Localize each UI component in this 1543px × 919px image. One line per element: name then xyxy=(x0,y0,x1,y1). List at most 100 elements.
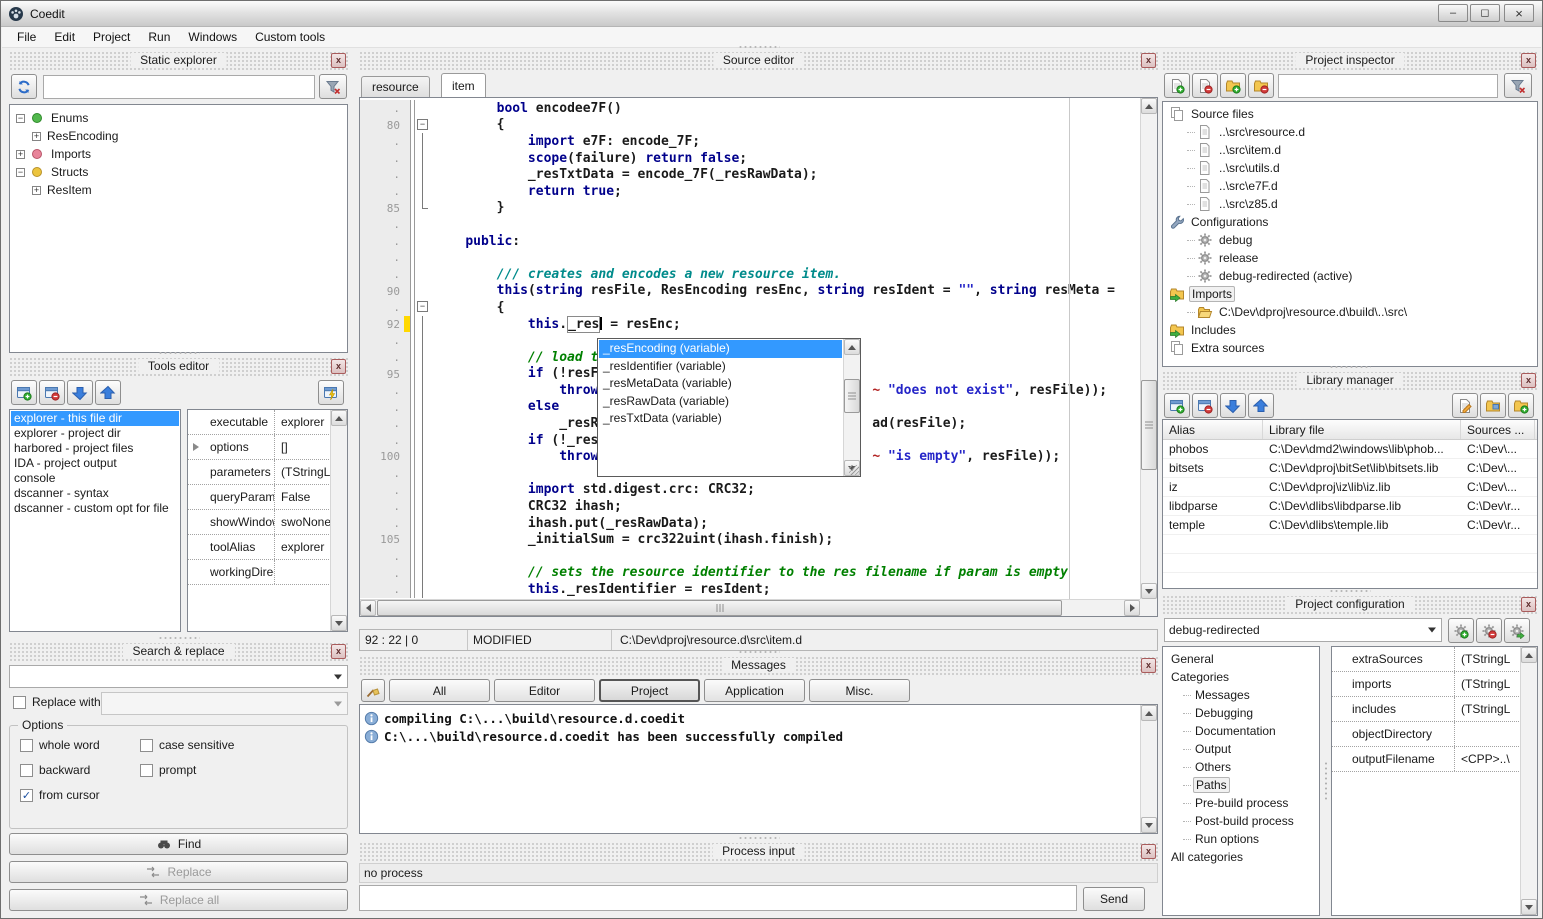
tree-item[interactable]: Debugging xyxy=(1163,704,1319,722)
scroll-left-button[interactable] xyxy=(360,600,376,616)
property-row[interactable]: includes(TStringL xyxy=(1332,697,1537,722)
code-line[interactable]: . xyxy=(360,249,1140,266)
tree-item[interactable]: +Imports xyxy=(10,145,347,163)
add-source-button[interactable] xyxy=(1164,73,1190,98)
checkbox-case-sensitive[interactable] xyxy=(140,739,153,752)
process-input-field[interactable] xyxy=(359,885,1077,911)
property-row[interactable]: options[] xyxy=(188,435,347,460)
tool-list-item[interactable]: IDA - project output xyxy=(11,456,179,471)
messages-list[interactable]: compiling C:\...\build\resource.d.coedit… xyxy=(359,704,1158,834)
code-line[interactable]: 92 this._res = resEnc; xyxy=(360,316,1140,333)
expand-toggle-icon[interactable]: + xyxy=(16,150,25,159)
tree-item[interactable]: Messages xyxy=(1163,686,1319,704)
symbol-tree[interactable]: −Enums+ResEncoding+Imports−Structs+ResIt… xyxy=(9,104,348,353)
code-line[interactable]: . xyxy=(360,548,1140,565)
add-configuration-button[interactable] xyxy=(1448,618,1474,643)
scroll-right-button[interactable] xyxy=(1124,600,1140,616)
tree-item[interactable]: Run options xyxy=(1163,830,1319,848)
tree-item[interactable]: Categories xyxy=(1163,668,1319,686)
messages-tab-application[interactable]: Application xyxy=(704,679,805,702)
completion-item[interactable]: _resRawData (variable) xyxy=(599,393,842,411)
expand-toggle-icon[interactable]: − xyxy=(16,114,25,123)
code-line[interactable]: . bool encodee7F() xyxy=(360,100,1140,117)
library-table[interactable]: AliasLibrary fileSources ...phobosC:\Dev… xyxy=(1162,419,1538,589)
property-row[interactable]: objectDirectory xyxy=(1332,722,1537,747)
splitter-grip[interactable] xyxy=(1329,365,1371,369)
add-tool-button[interactable] xyxy=(11,380,37,405)
property-row[interactable]: imports(TStringL xyxy=(1332,672,1537,697)
fold-collapse-icon[interactable]: − xyxy=(417,119,428,130)
tree-item[interactable]: All categories xyxy=(1163,848,1319,866)
property-row[interactable]: showWindowsswoNone xyxy=(188,510,347,535)
tool-list-item[interactable]: console xyxy=(11,471,179,486)
property-row[interactable]: outputFilename<CPP>..\ xyxy=(1332,747,1537,772)
tree-item[interactable]: ..\src\utils.d xyxy=(1163,159,1537,177)
search-term-combo[interactable] xyxy=(9,665,348,688)
clear-filter-button[interactable] xyxy=(319,74,347,99)
tool-list-item[interactable]: dscanner - syntax xyxy=(11,486,179,501)
messages-tab-misc[interactable]: Misc. xyxy=(809,679,910,702)
tree-item[interactable]: Others xyxy=(1163,758,1319,776)
scroll-up-button[interactable] xyxy=(1521,647,1537,663)
replace-with-combo[interactable] xyxy=(101,692,348,715)
tools-list[interactable]: explorer - this file direxplorer - proje… xyxy=(9,409,181,632)
property-row[interactable]: queryParametFalse xyxy=(188,485,347,510)
edit-library-button[interactable] xyxy=(1452,393,1478,418)
clear-filter-button[interactable] xyxy=(1504,73,1532,98)
splitter-grip[interactable] xyxy=(1324,761,1328,801)
tree-item[interactable]: Pre-build process xyxy=(1163,794,1319,812)
remove-tool-button[interactable] xyxy=(39,380,65,405)
tool-list-item[interactable]: dscanner - custom opt for file xyxy=(11,501,179,516)
code-line[interactable]: 105 _initialSum = crc322uint(ihash.finis… xyxy=(360,531,1140,548)
splitter-grip[interactable] xyxy=(158,636,200,640)
code-line[interactable]: . /// creates and encodes a new resource… xyxy=(360,266,1140,283)
checkbox-whole-word[interactable] xyxy=(20,739,33,752)
expand-toggle-icon[interactable]: − xyxy=(16,168,25,177)
column-header[interactable]: Sources ... xyxy=(1461,420,1535,439)
move-tool-up-button[interactable] xyxy=(95,380,121,405)
completion-item[interactable]: _resEncoding (variable) xyxy=(599,340,842,358)
menu-windows[interactable]: Windows xyxy=(179,27,246,47)
checkbox-prompt[interactable] xyxy=(140,764,153,777)
add-library-button[interactable] xyxy=(1164,393,1190,418)
replace-all-button[interactable]: Replace all xyxy=(9,889,348,911)
tree-item[interactable]: General xyxy=(1163,650,1319,668)
tree-item[interactable]: +ResEncoding xyxy=(10,127,347,145)
close-panel-button[interactable]: x xyxy=(1521,373,1536,388)
completion-item[interactable]: _resMetaData (variable) xyxy=(599,375,842,393)
tool-list-item[interactable]: explorer - project dir xyxy=(11,426,179,441)
code-line[interactable]: 90 this(string resFile, ResEncoding resE… xyxy=(360,283,1140,300)
run-tool-button[interactable] xyxy=(318,380,344,405)
code-line[interactable]: . scope(failure) return false; xyxy=(360,150,1140,167)
table-row[interactable]: libdparseC:\Dev\dlibs\libdparse.libC:\De… xyxy=(1163,497,1537,516)
close-panel-button[interactable]: x xyxy=(331,359,346,374)
menu-edit[interactable]: Edit xyxy=(45,27,84,47)
scroll-thumb[interactable] xyxy=(1141,380,1157,470)
remove-folder-button[interactable] xyxy=(1248,73,1274,98)
editor-tab-resource[interactable]: resource xyxy=(361,76,430,97)
expander-icon[interactable] xyxy=(193,443,199,451)
code-line[interactable]: . xyxy=(360,216,1140,233)
code-line[interactable]: . public: xyxy=(360,233,1140,250)
code-line[interactable]: . this._resIdentifier = resIdent; xyxy=(360,581,1140,598)
find-button[interactable]: Find xyxy=(9,833,348,855)
code-line[interactable]: . import std.digest.crc: CRC32; xyxy=(360,482,1140,499)
tree-item[interactable]: Documentation xyxy=(1163,722,1319,740)
expand-toggle-icon[interactable]: + xyxy=(32,132,41,141)
tree-item[interactable]: Includes xyxy=(1163,321,1537,339)
messages-tab-editor[interactable]: Editor xyxy=(494,679,595,702)
property-row[interactable]: executableexplorer xyxy=(188,410,347,435)
close-panel-button[interactable]: x xyxy=(331,53,346,68)
code-line[interactable]: . import e7F: encode_7F; xyxy=(360,133,1140,150)
scroll-down-button[interactable] xyxy=(1521,899,1537,915)
column-header[interactable]: Alias xyxy=(1163,420,1263,439)
remove-library-button[interactable] xyxy=(1192,393,1218,418)
editor-vertical-scrollbar[interactable] xyxy=(1140,98,1157,599)
code-line[interactable]: 80− { xyxy=(360,117,1140,134)
add-folder-button[interactable] xyxy=(1220,73,1246,98)
minimize-button[interactable]: – xyxy=(1438,4,1468,22)
column-header[interactable]: Library file xyxy=(1263,420,1461,439)
send-button[interactable]: Send xyxy=(1083,887,1145,911)
scroll-thumb[interactable] xyxy=(844,379,860,413)
tree-item[interactable]: ..\src\item.d xyxy=(1163,141,1537,159)
